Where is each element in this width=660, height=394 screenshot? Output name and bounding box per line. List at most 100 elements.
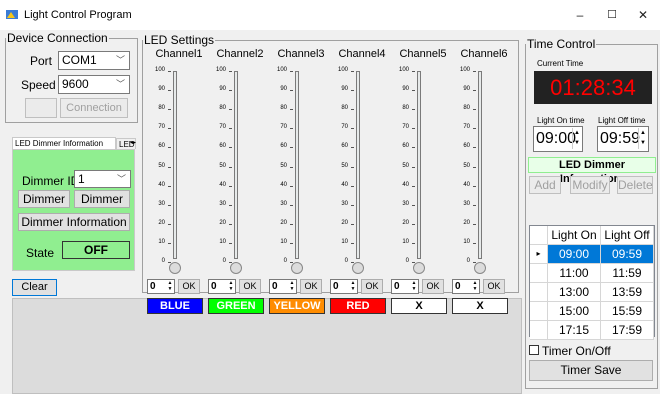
slider-thumb[interactable]	[474, 262, 486, 274]
tick-label: 40	[463, 181, 470, 188]
light-off-spinner-icon[interactable]: ▲ ▼	[638, 128, 647, 149]
row-header[interactable]	[530, 321, 548, 340]
tick-label: 50	[280, 162, 287, 169]
spinner-arrows-icon[interactable]: ▲ ▼	[471, 280, 479, 293]
connection-button[interactable]: Connection	[60, 98, 128, 118]
tick-label: 80	[402, 105, 409, 112]
tick-mark	[290, 71, 293, 72]
current-time-display: 01:28:34	[534, 71, 652, 104]
cell-light-on[interactable]: 09:00	[548, 245, 601, 264]
port-select[interactable]: COM1 ﹀	[58, 51, 130, 70]
tick-label: 30	[402, 200, 409, 207]
slider-thumb[interactable]	[352, 262, 364, 274]
slider-track[interactable]	[173, 71, 177, 259]
row-header[interactable]	[530, 302, 548, 321]
tick-label: 50	[341, 162, 348, 169]
tick-label: 70	[280, 124, 287, 131]
tick-label: 10	[158, 238, 165, 245]
tick-mark	[229, 242, 232, 244]
channel-value: 0	[211, 281, 217, 292]
ok-button[interactable]: OK	[300, 279, 322, 294]
port-value: COM1	[62, 53, 97, 67]
close-button[interactable]: ✕	[628, 4, 658, 26]
cell-light-on[interactable]: 17:15	[548, 321, 601, 340]
port-label: Port	[30, 54, 53, 68]
cell-light-on[interactable]: 13:00	[548, 283, 601, 302]
spinner-arrows-icon[interactable]: ▲ ▼	[166, 280, 174, 293]
tab-scroll-arrows[interactable]: ◂▸	[118, 138, 136, 148]
cell-light-on[interactable]: 15:00	[548, 302, 601, 321]
slider-track[interactable]	[478, 71, 482, 259]
channel-label: Channel2	[216, 48, 264, 60]
clear-button[interactable]: Clear	[12, 279, 57, 296]
window-title: Light Control Program	[24, 9, 132, 21]
dimmer-button-2[interactable]: Dimmer	[74, 190, 130, 208]
tick-label: 30	[280, 200, 287, 207]
ok-button[interactable]: OK	[178, 279, 200, 294]
tick-mark	[168, 242, 171, 244]
slider-thumb[interactable]	[169, 262, 181, 274]
table-row[interactable]: ▸ 09:00 09:59	[530, 245, 654, 264]
tab-led-dimmer-information[interactable]: LED Dimmer Information	[12, 137, 116, 149]
dimmer-information-button[interactable]: Dimmer Information	[18, 213, 130, 231]
tick-mark	[290, 90, 293, 92]
table-row[interactable]: 13:00 13:59	[530, 283, 654, 302]
spinner-arrows-icon[interactable]: ▲ ▼	[349, 280, 357, 293]
row-selector-arrow-icon[interactable]: ▸	[530, 245, 548, 264]
spinner-arrows-icon[interactable]: ▲ ▼	[288, 280, 296, 293]
cell-light-off[interactable]: 15:59	[601, 302, 654, 321]
tick-mark	[351, 185, 354, 187]
cell-light-off[interactable]: 17:59	[601, 321, 654, 340]
dimmer-id-select[interactable]: 1 ﹀	[74, 170, 131, 188]
ok-button[interactable]: OK	[239, 279, 261, 294]
light-on-spinner-icon[interactable]: ▲ ▼	[572, 128, 581, 149]
slider-track[interactable]	[356, 71, 360, 259]
spinner-arrows-icon[interactable]: ▲ ▼	[227, 280, 235, 293]
cell-light-off[interactable]: 13:59	[601, 283, 654, 302]
minimize-button[interactable]: –	[565, 4, 595, 26]
modify-button[interactable]: Modify	[570, 176, 610, 194]
table-row[interactable]: 15:00 15:59	[530, 302, 654, 321]
channel-color-label: X	[391, 298, 447, 314]
table-row[interactable]: 17:15 17:59	[530, 321, 654, 340]
chevron-down-icon: ﹀	[115, 55, 125, 65]
slider-track[interactable]	[234, 71, 238, 259]
channel-label: Channel3	[277, 48, 325, 60]
cell-light-off[interactable]: 09:59	[601, 245, 654, 264]
row-header[interactable]	[530, 264, 548, 283]
slider-track[interactable]	[417, 71, 421, 259]
schedule-grid[interactable]: Light On Light Off ▸ 09:00 09:59 11:00 11:59…	[529, 225, 655, 340]
ok-button[interactable]: OK	[361, 279, 383, 294]
dimmer-button-1[interactable]: Dimmer	[18, 190, 70, 208]
app-icon	[5, 8, 19, 20]
slider-thumb[interactable]	[291, 262, 303, 274]
ok-button[interactable]: OK	[483, 279, 505, 294]
slider-thumb[interactable]	[230, 262, 242, 274]
speed-select[interactable]: 9600 ﹀	[58, 75, 130, 94]
tick-label: 80	[219, 105, 226, 112]
row-header[interactable]	[530, 283, 548, 302]
timer-save-button[interactable]: Timer Save	[529, 360, 653, 381]
tick-label: 0	[466, 258, 470, 264]
spinner-arrows-icon[interactable]: ▲ ▼	[410, 280, 418, 293]
tick-label: 10	[219, 238, 226, 245]
connection-status-indicator	[25, 98, 57, 118]
slider-track[interactable]	[295, 71, 299, 259]
delete-button[interactable]: Delete	[617, 176, 653, 194]
tick-mark	[412, 166, 415, 168]
grid-header-light-on[interactable]: Light On	[548, 226, 601, 245]
channel-value: 0	[455, 281, 461, 292]
grid-header-light-off[interactable]: Light Off	[601, 226, 654, 245]
maximize-button[interactable]: ☐	[597, 4, 627, 26]
tick-mark	[290, 128, 293, 130]
slider-thumb[interactable]	[413, 262, 425, 274]
table-row[interactable]: 11:00 11:59	[530, 264, 654, 283]
add-button[interactable]: Add	[529, 176, 561, 194]
speed-value: 9600	[62, 77, 89, 91]
timer-checkbox[interactable]	[529, 345, 539, 355]
tick-label: 10	[463, 238, 470, 245]
ok-button[interactable]: OK	[422, 279, 444, 294]
channel-label: Channel6	[460, 48, 508, 60]
cell-light-off[interactable]: 11:59	[601, 264, 654, 283]
cell-light-on[interactable]: 11:00	[548, 264, 601, 283]
